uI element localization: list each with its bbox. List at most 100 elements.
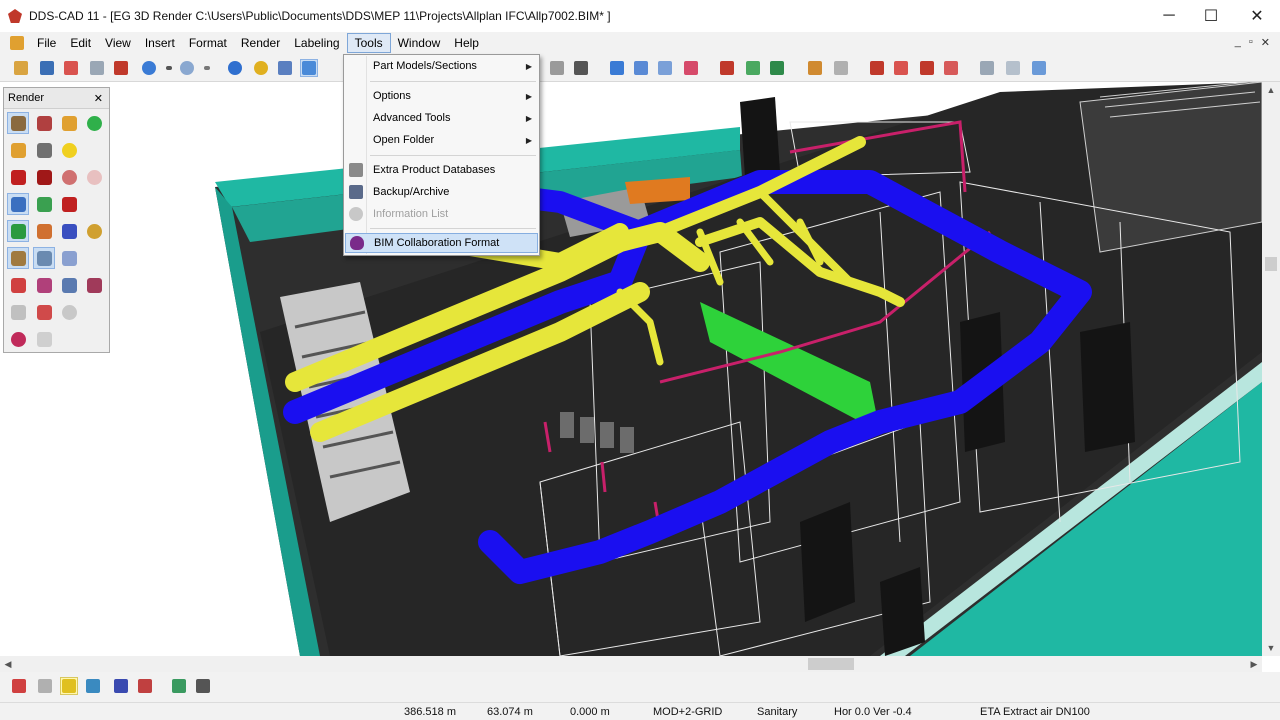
person-icon[interactable] — [892, 59, 910, 77]
menu-edit[interactable]: Edit — [63, 33, 98, 53]
texture-icon[interactable] — [33, 139, 55, 161]
home-icon[interactable] — [718, 59, 736, 77]
link-icon[interactable] — [33, 301, 55, 323]
menu-item-part-models-sections[interactable]: Part Models/Sections ▶ — [345, 56, 538, 76]
car-icon[interactable] — [868, 59, 886, 77]
menu-window[interactable]: Window — [391, 33, 448, 53]
zoom-all-icon[interactable] — [276, 59, 294, 77]
document-icon[interactable] — [10, 36, 24, 50]
vertical-scrollbar[interactable]: ▲ ▼ — [1262, 82, 1280, 656]
move-icon[interactable] — [572, 59, 590, 77]
menu-view[interactable]: View — [98, 33, 138, 53]
sheet-3-icon[interactable] — [1030, 59, 1048, 77]
draw-mode-icon[interactable] — [10, 677, 28, 695]
mdi-close-button[interactable]: ✕ — [1261, 36, 1270, 49]
dimension-icon[interactable] — [632, 59, 650, 77]
mirror-icon[interactable] — [112, 677, 130, 695]
sphere-icon[interactable] — [58, 166, 80, 188]
globe-icon[interactable] — [83, 220, 105, 242]
pin-icon[interactable] — [918, 59, 936, 77]
half-sphere-icon[interactable] — [83, 166, 105, 188]
grid-dots-icon[interactable] — [36, 677, 54, 695]
zoom-icon[interactable] — [226, 59, 244, 77]
add-light-icon[interactable] — [83, 112, 105, 134]
marker-icon[interactable] — [682, 59, 700, 77]
object-icon[interactable] — [806, 59, 824, 77]
redo-dropdown-icon[interactable] — [198, 59, 216, 77]
chart-icon[interactable] — [33, 274, 55, 296]
ortho-icon[interactable] — [84, 677, 102, 695]
layers-icon[interactable] — [744, 59, 762, 77]
menu-item-backup-archive[interactable]: Backup/Archive — [345, 182, 538, 202]
grey-tile-icon[interactable] — [33, 328, 55, 350]
snap-mode[interactable]: MOD+2-GRID — [653, 706, 722, 718]
rotate-icon[interactable] — [7, 220, 29, 242]
copy-icon[interactable] — [832, 59, 850, 77]
grid-icon[interactable] — [768, 59, 786, 77]
screen-icon[interactable] — [170, 677, 188, 695]
minimize-button[interactable]: ─ — [1146, 0, 1192, 32]
horizontal-scrollbar[interactable]: ◀ ▶ — [0, 656, 1262, 672]
3d-render-viewport[interactable] — [0, 82, 1262, 656]
render-panel-header[interactable]: Render ✕ — [4, 88, 109, 109]
render-panel-close-button[interactable]: ✕ — [94, 92, 103, 105]
menu-help[interactable]: Help — [447, 33, 486, 53]
mdi-restore-button[interactable]: ▫ — [1249, 36, 1253, 49]
new-icon[interactable] — [12, 59, 30, 77]
elevation-icon[interactable] — [608, 59, 626, 77]
dark-red-cube-icon[interactable] — [33, 166, 55, 188]
scroll-up-button[interactable]: ▲ — [1262, 82, 1280, 98]
menu-item-advanced-tools[interactable]: Advanced Tools ▶ — [345, 108, 538, 128]
redo-icon[interactable] — [178, 59, 196, 77]
grey-box-icon[interactable] — [7, 301, 29, 323]
eraser-icon[interactable] — [942, 59, 960, 77]
menu-file[interactable]: File — [30, 33, 63, 53]
cross-icon[interactable] — [58, 193, 80, 215]
scroll-right-button[interactable]: ▶ — [1246, 656, 1262, 672]
people-icon[interactable] — [58, 274, 80, 296]
close-button[interactable]: ✕ — [1234, 0, 1280, 32]
dds-cad-app-icon[interactable] — [8, 9, 22, 23]
lamp-icon[interactable] — [58, 112, 80, 134]
copy-scene-icon[interactable] — [58, 247, 80, 269]
walk-green-icon[interactable] — [33, 193, 55, 215]
axis-icon[interactable] — [136, 677, 154, 695]
reload-icon[interactable] — [62, 59, 80, 77]
close-view-icon[interactable] — [194, 677, 212, 695]
menu-insert[interactable]: Insert — [138, 33, 182, 53]
sun-icon[interactable] — [58, 139, 80, 161]
menu-format[interactable]: Format — [182, 33, 234, 53]
sheet-2-icon[interactable] — [1004, 59, 1022, 77]
menu-render[interactable]: Render — [234, 33, 287, 53]
undo-dropdown-icon[interactable] — [160, 59, 178, 77]
horizontal-scroll-thumb[interactable] — [808, 658, 854, 670]
palette-icon[interactable] — [7, 274, 29, 296]
sheet-icon[interactable] — [978, 59, 996, 77]
print-icon[interactable] — [112, 59, 130, 77]
view-icon[interactable] — [548, 59, 566, 77]
grey-circle-icon[interactable] — [58, 301, 80, 323]
mdi-minimize-button[interactable]: _ — [1235, 36, 1241, 49]
menu-item-bim-collaboration-format[interactable]: BIM Collaboration Format — [345, 233, 538, 253]
export-icon[interactable] — [83, 274, 105, 296]
cube-shade-icon[interactable] — [7, 112, 29, 134]
plane-icon[interactable] — [58, 220, 80, 242]
pan-icon[interactable] — [300, 59, 318, 77]
vertical-scroll-thumb[interactable] — [1265, 257, 1277, 271]
material-icon[interactable] — [7, 139, 29, 161]
save-icon[interactable] — [38, 59, 56, 77]
menu-item-open-folder[interactable]: Open Folder ▶ — [345, 130, 538, 150]
menu-tools[interactable]: Tools — [346, 33, 391, 53]
print-preview-icon[interactable] — [88, 59, 106, 77]
cube-off-icon[interactable] — [33, 112, 55, 134]
figure-icon[interactable] — [33, 220, 55, 242]
red-cube-icon[interactable] — [7, 166, 29, 188]
scene-icon[interactable] — [7, 247, 29, 269]
walk-icon[interactable] — [7, 193, 29, 215]
section-icon[interactable] — [656, 59, 674, 77]
scroll-left-button[interactable]: ◀ — [0, 656, 16, 672]
snapshot-icon[interactable] — [7, 328, 29, 350]
menu-item-extra-product-databases[interactable]: Extra Product Databases — [345, 160, 538, 180]
menu-labeling[interactable]: Labeling — [287, 33, 346, 53]
scene-edit-icon[interactable] — [33, 247, 55, 269]
